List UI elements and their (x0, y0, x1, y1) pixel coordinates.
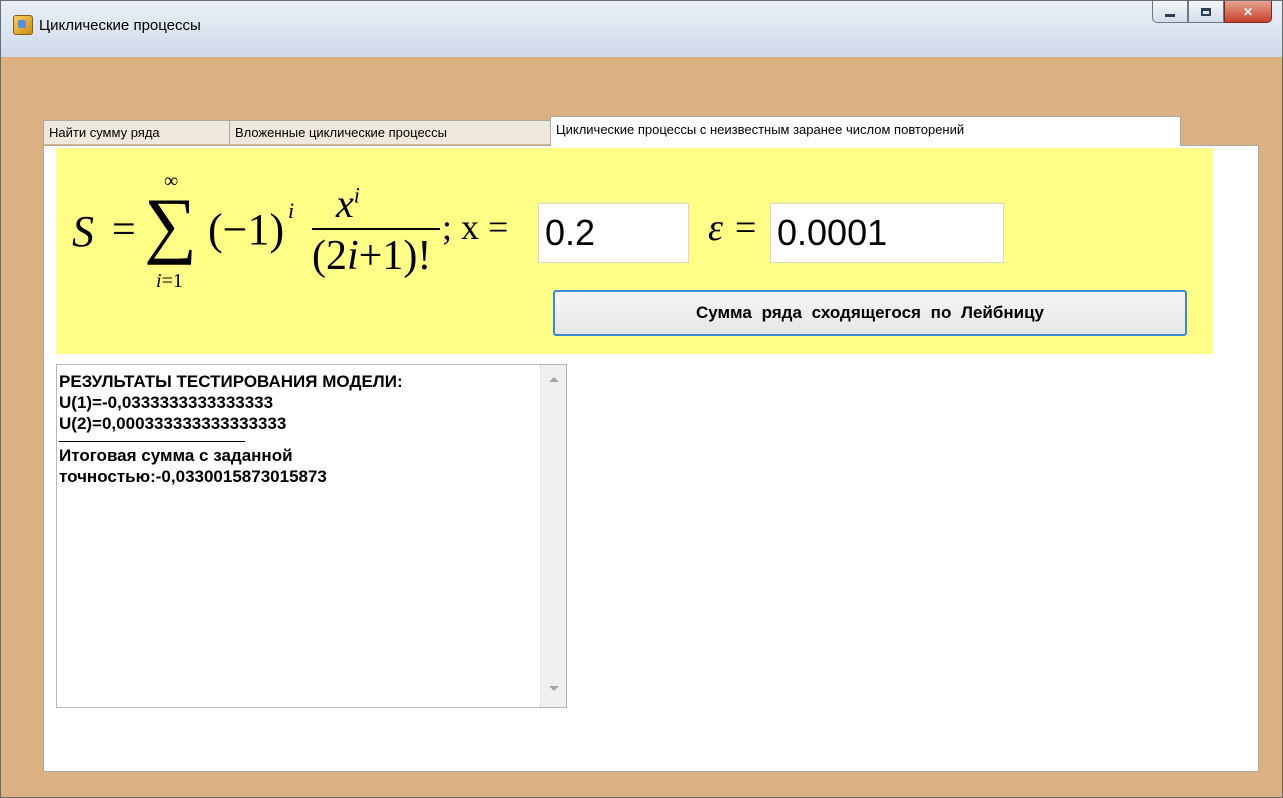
app-icon[interactable] (13, 15, 33, 35)
minimize-icon (1165, 14, 1175, 17)
tab-unknown-repetitions[interactable]: Циклические процессы с неизвестным заран… (550, 116, 1181, 146)
formula-lower-start: =1 (161, 270, 183, 292)
close-icon: ✕ (1242, 4, 1254, 19)
results-content: РЕЗУЛЬТАТЫ ТЕСТИРОВАНИЯ МОДЕЛИ: U(1)=-0,… (59, 371, 537, 487)
formula-epsilon-label: ε = (708, 207, 759, 249)
formula-sign-exponent: i (288, 198, 295, 223)
maximize-button[interactable] (1188, 1, 1224, 23)
results-textbox[interactable]: РЕЗУЛЬТАТЫ ТЕСТИРОВАНИЯ МОДЕЛИ: U(1)=-0,… (56, 364, 567, 708)
x-input-wrapper (538, 203, 689, 263)
formula-num-exponent: i (353, 182, 360, 208)
formula-s: S (72, 207, 94, 256)
tab-nested-loops[interactable]: Вложенные циклические процессы (229, 120, 551, 144)
scroll-up-icon[interactable] (549, 377, 559, 382)
results-line-1: U(1)=-0,0333333333333333 (59, 393, 274, 412)
caption-buttons: ✕ (1152, 1, 1272, 27)
x-input[interactable] (538, 203, 689, 263)
formula-lower-limit: i=1 (156, 270, 183, 293)
epsilon-input[interactable] (770, 203, 1004, 263)
formula-fraction-bar (312, 228, 440, 230)
formula-den-a: (2 (312, 233, 347, 279)
formula-equals: = (112, 207, 136, 253)
formula-num-x: x (336, 181, 354, 226)
epsilon-input-wrapper (770, 203, 1004, 263)
formula-den-i: i (347, 233, 359, 279)
maximize-icon (1201, 7, 1211, 16)
results-scrollbar[interactable] (540, 365, 566, 707)
title-bar[interactable]: Циклические процессы ✕ (1, 1, 1282, 57)
window-title: Циклические процессы (39, 17, 201, 34)
scroll-down-icon[interactable] (549, 686, 559, 691)
formula-x-label: ; x = (442, 207, 509, 247)
formula-denominator: (2i+1)! (312, 232, 431, 280)
formula-numerator: xi (336, 180, 360, 227)
close-button[interactable]: ✕ (1224, 1, 1272, 23)
results-separator (59, 441, 245, 442)
minimize-button[interactable] (1152, 1, 1188, 23)
results-heading: РЕЗУЛЬТАТЫ ТЕСТИРОВАНИЯ МОДЕЛИ: (59, 372, 403, 391)
tab-panel: S = ∞ ∑ i=1 (−1) i xi (2i+1)! ; x = ε = … (43, 145, 1259, 772)
formula-sign-term: (−1) (208, 205, 285, 254)
formula-sigma: ∑ (144, 184, 197, 266)
results-line-2: U(2)=0,000333333333333333 (59, 414, 287, 433)
results-total-label: Итоговая сумма с заданной (59, 446, 293, 465)
formula-den-b: +1)! (358, 233, 432, 279)
results-total-value: точностью:-0,0330015873015873 (59, 467, 327, 486)
app-window: Циклические процессы ✕ Найти сумму ряда … (0, 0, 1283, 798)
leibniz-sum-button[interactable]: Сумма ряда сходящегося по Лейбницу (553, 290, 1187, 336)
tab-find-series-sum[interactable]: Найти сумму ряда (43, 120, 230, 144)
formula-area: S = ∞ ∑ i=1 (−1) i xi (2i+1)! ; x = ε = … (56, 148, 1213, 354)
